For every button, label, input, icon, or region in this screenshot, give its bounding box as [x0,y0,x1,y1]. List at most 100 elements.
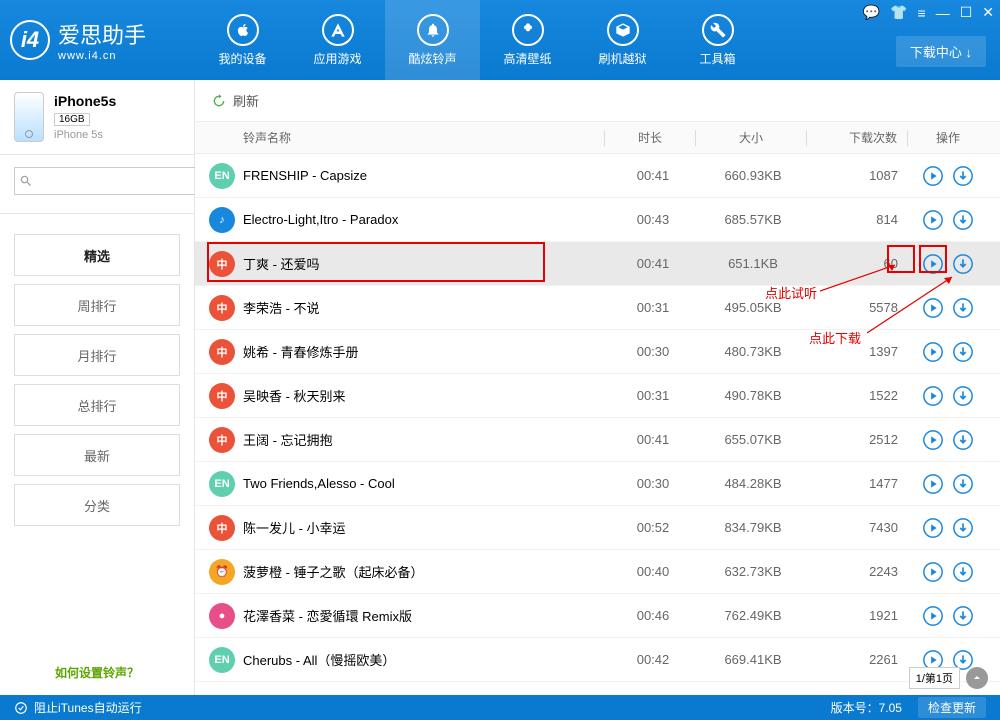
download-button[interactable] [952,209,974,231]
logo-text-cn: 爱思助手 [58,18,146,50]
table-header: 铃声名称 时长 大小 下载次数 操作 [195,122,1000,154]
minimize-icon[interactable]: — [936,4,950,21]
nav-my-device[interactable]: 我的设备 [195,0,290,80]
side-nav-featured[interactable]: 精选 [14,234,180,276]
download-count: 814 [808,212,908,227]
table-row[interactable]: ♪ Electro-Light,Itro - Paradox 00:43 685… [195,198,1000,242]
table-row[interactable]: EN FRENSHIP - Capsize 00:41 660.93KB 108… [195,154,1000,198]
table-row[interactable]: 中 丁爽 - 还爱吗 00:41 651.1KB 60 [195,242,1000,286]
wrench-icon [702,14,734,46]
nav-wallpaper[interactable]: 高清壁纸 [480,0,575,80]
table-row[interactable]: ● 花澤香菜 - 恋愛循環 Remix版 00:46 762.49KB 1921 [195,594,1000,638]
download-button[interactable] [952,605,974,627]
table-row[interactable]: ⏰ 菠萝橙 - 锤子之歌（起床必备） 00:40 632.73KB 2243 [195,550,1000,594]
download-button[interactable] [952,165,974,187]
table-row[interactable]: EN Cherubs - All（慢摇欧美） 00:42 669.41KB 22… [195,638,1000,682]
download-button[interactable] [952,561,974,583]
close-icon[interactable]: ✕ [982,4,994,21]
play-button[interactable] [922,605,944,627]
col-ops: 操作 [908,129,988,146]
table-row[interactable]: 中 姚希 - 青春修炼手册 00:30 480.73KB 1397 [195,330,1000,374]
download-count: 1477 [808,476,908,491]
download-button[interactable] [952,473,974,495]
scroll-top-button[interactable] [966,667,988,689]
side-nav: 精选 周排行 月排行 总排行 最新 分类 [0,214,194,534]
refresh-icon [211,93,227,109]
table-row[interactable]: 中 陈一发儿 - 小幸运 00:52 834.79KB 7430 [195,506,1000,550]
download-center-button[interactable]: 下载中心 ↓ [896,36,986,67]
nav-apps[interactable]: 应用游戏 [290,0,385,80]
side-nav-all[interactable]: 总排行 [14,384,180,426]
size: 651.1KB [698,256,808,271]
nav-jailbreak[interactable]: 刷机越狱 [575,0,670,80]
ringtone-name: 菠萝橙 - 锤子之歌（起床必备） [235,562,608,581]
duration: 00:30 [608,344,698,359]
lang-badge: 中 [209,515,235,541]
side-nav-category[interactable]: 分类 [14,484,180,526]
help-link[interactable]: 如何设置铃声？ [14,664,180,681]
device-panel[interactable]: iPhone5s 16GB iPhone 5s [0,80,194,155]
device-name: iPhone5s [54,93,116,109]
bell-icon [417,14,449,46]
check-update-button[interactable]: 检查更新 [918,697,986,718]
play-button[interactable] [922,341,944,363]
ringtone-name: 王阔 - 忘记拥抱 [235,430,608,449]
sidebar: iPhone5s 16GB iPhone 5s 搜索 精选 周排行 月排行 总排… [0,80,195,695]
ringtone-name: 吴映香 - 秋天别来 [235,386,608,405]
version-label: 版本号：7.05 [831,699,902,716]
play-button[interactable] [922,253,944,275]
itunes-block[interactable]: 阻止iTunes自动运行 [14,699,142,716]
play-button[interactable] [922,429,944,451]
play-button[interactable] [922,385,944,407]
lang-badge: EN [209,647,235,673]
size: 632.73KB [698,564,808,579]
download-button[interactable] [952,253,974,275]
table-row[interactable]: 中 李荣浩 - 不说 00:31 495.05KB 5578 [195,286,1000,330]
logo: i4 爱思助手 www.i4.cn [10,18,195,62]
download-button[interactable] [952,341,974,363]
download-button[interactable] [952,385,974,407]
ringtone-name: FRENSHIP - Capsize [235,168,608,183]
col-duration: 时长 [605,129,695,146]
table-row[interactable]: EN Two Friends,Alesso - Cool 00:30 484.2… [195,462,1000,506]
ringtone-name: 花澤香菜 - 恋愛循環 Remix版 [235,606,608,625]
download-button[interactable] [952,517,974,539]
device-sub: iPhone 5s [54,129,116,141]
lang-badge: EN [209,163,235,189]
maximize-icon[interactable]: ☐ [960,4,973,21]
lang-badge: ● [209,603,235,629]
play-button[interactable] [922,209,944,231]
side-nav-latest[interactable]: 最新 [14,434,180,476]
play-button[interactable] [922,517,944,539]
refresh-button[interactable]: 刷新 [195,80,1000,122]
duration: 00:31 [608,388,698,403]
skin-icon[interactable]: 👕 [890,4,907,21]
play-button[interactable] [922,473,944,495]
download-button[interactable] [952,297,974,319]
search-bar: 搜索 [0,155,194,214]
download-button[interactable] [952,429,974,451]
download-count: 1087 [808,168,908,183]
side-nav-month[interactable]: 月排行 [14,334,180,376]
status-bar: 阻止iTunes自动运行 版本号：7.05 检查更新 [0,695,1000,720]
table-row[interactable]: 中 吴映香 - 秋天别来 00:31 490.78KB 1522 [195,374,1000,418]
table-row[interactable]: 中 王阔 - 忘记拥抱 00:41 655.07KB 2512 [195,418,1000,462]
size: 834.79KB [698,520,808,535]
col-downloads: 下载次数 [807,129,907,146]
side-nav-week[interactable]: 周排行 [14,284,180,326]
page-button[interactable]: 1/第1页 [909,667,960,689]
size: 655.07KB [698,432,808,447]
play-button[interactable] [922,561,944,583]
nav-toolbox[interactable]: 工具箱 [670,0,765,80]
ringtone-name: 丁爽 - 还爱吗 [235,254,608,273]
feedback-icon[interactable]: 💬 [863,4,880,21]
duration: 00:30 [608,476,698,491]
play-button[interactable] [922,165,944,187]
menu-icon[interactable]: ≡ [918,4,926,21]
ringtone-name: Cherubs - All（慢摇欧美） [235,650,608,669]
lang-badge: ⏰ [209,559,235,585]
play-button[interactable] [922,297,944,319]
duration: 00:46 [608,608,698,623]
nav-ringtones[interactable]: 酷炫铃声 [385,0,480,80]
search-input[interactable] [14,167,201,195]
